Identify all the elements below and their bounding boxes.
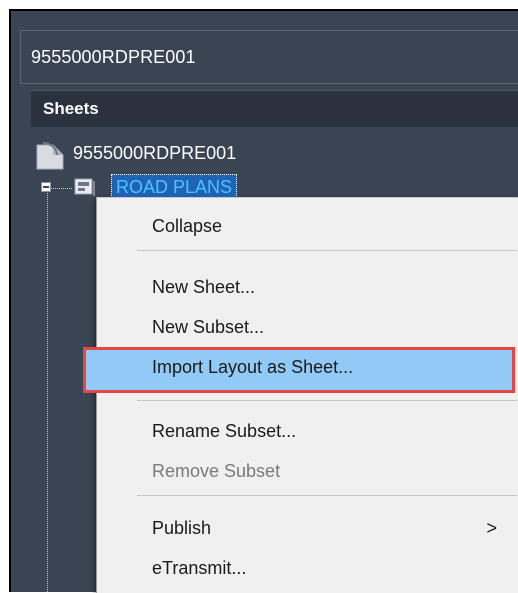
tree-root-label: 9555000RDPRE001 [73, 143, 237, 163]
menu-item-remove-subset: Remove Subset [97, 451, 518, 491]
sheets-header: Sheets [31, 90, 518, 127]
menu-item-label: Publish [152, 518, 212, 538]
menu-item-label: New Sheet... [152, 277, 256, 297]
menu-item-label: Collapse [152, 216, 223, 236]
submenu-arrow-icon: > [486, 518, 497, 538]
sheet-set-selector-value: 9555000RDPRE001 [31, 47, 196, 67]
tree-connector [47, 193, 48, 592]
menu-item-label: Import Layout as Sheet... [152, 357, 354, 377]
menu-item-import-layout-as-sheet[interactable]: Import Layout as Sheet... [83, 347, 515, 393]
menu-separator [137, 250, 517, 251]
menu-item-etransmit[interactable]: eTransmit... [97, 548, 518, 588]
menu-separator [137, 400, 517, 401]
menu-item-collapse[interactable]: Collapse [97, 206, 518, 246]
subset-folder-icon [74, 178, 95, 196]
menu-separator [137, 495, 517, 496]
menu-item-publish[interactable]: Publish > [97, 508, 518, 548]
context-menu: Collapse New Sheet... New Subset... Impo… [83, 197, 518, 593]
menu-item-label: New Subset... [152, 317, 265, 337]
menu-item-label: eTransmit... [152, 558, 247, 578]
menu-item-label: Rename Subset... [152, 421, 297, 441]
sheet-set-icon [36, 142, 64, 170]
sheet-set-selector[interactable]: 9555000RDPRE001 [20, 30, 518, 84]
menu-item-new-subset[interactable]: New Subset... [97, 307, 518, 347]
menu-item-new-sheet[interactable]: New Sheet... [97, 267, 518, 307]
menu-item-label: Remove Subset [152, 461, 281, 481]
menu-item-rename-subset[interactable]: Rename Subset... [97, 411, 518, 451]
sheets-header-label: Sheets [43, 99, 99, 118]
collapse-toggle-icon[interactable] [41, 182, 51, 192]
